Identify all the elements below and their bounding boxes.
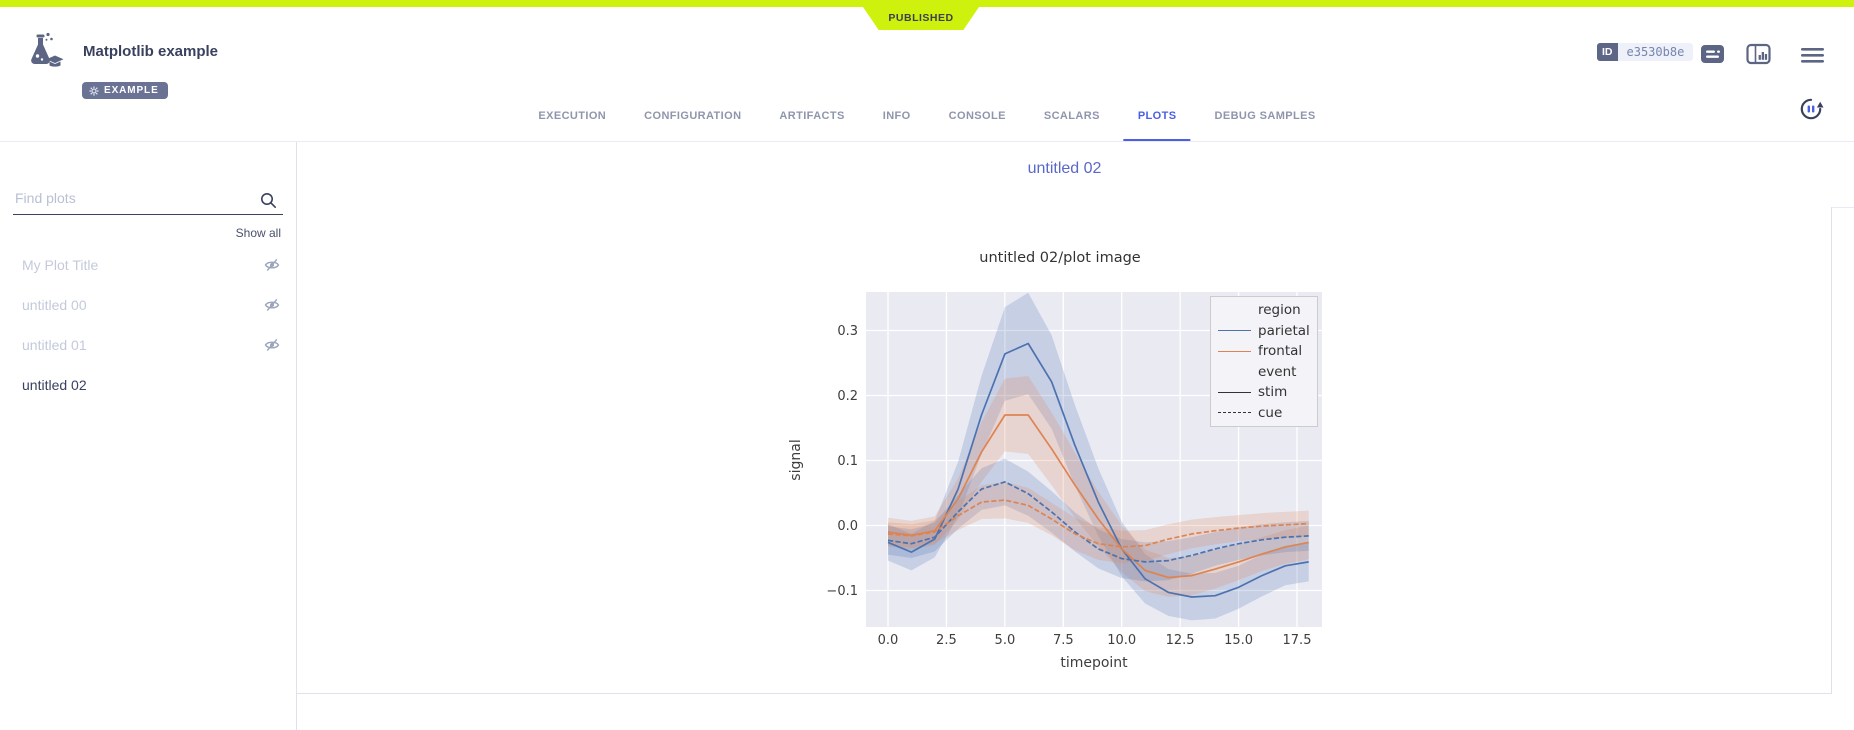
legend-row: parietal bbox=[1218, 321, 1317, 342]
svg-text:17.5: 17.5 bbox=[1283, 633, 1312, 648]
tab-scalars[interactable]: SCALARS bbox=[1030, 94, 1114, 141]
legend-line-swatch bbox=[1218, 351, 1251, 352]
comments-icon[interactable] bbox=[1700, 43, 1725, 70]
svg-text:15.0: 15.0 bbox=[1224, 633, 1253, 648]
tab-plots[interactable]: PLOTS bbox=[1124, 94, 1191, 141]
main-content: untitled 02 0.0 2.5 5.0 7.5 10.0 12.5 15.0 17.5… bbox=[297, 142, 1854, 730]
svg-text:0.0: 0.0 bbox=[837, 519, 858, 534]
page-title: Matplotlib example bbox=[83, 43, 218, 60]
matplotlib-figure: 0.0 2.5 5.0 7.5 10.0 12.5 15.0 17.5 0.3 0.2 0.1 0.0… bbox=[780, 240, 1340, 690]
legend-row: cue bbox=[1218, 403, 1317, 424]
chart-legend: region parietal frontal event stim cue bbox=[1210, 296, 1318, 427]
status-stripe bbox=[0, 0, 1854, 7]
tab-console[interactable]: CONSOLE bbox=[935, 94, 1020, 141]
task-id-badge[interactable]: ID e3530b8e bbox=[1597, 43, 1693, 61]
example-tag-label: EXAMPLE bbox=[104, 85, 159, 96]
plot-item-label: untitled 02 bbox=[22, 377, 87, 393]
svg-text:signal: signal bbox=[788, 439, 804, 480]
tab-artifacts[interactable]: ARTIFACTS bbox=[765, 94, 858, 141]
chart-title: untitled 02/plot image bbox=[780, 250, 1340, 266]
plot-item-label: My Plot Title bbox=[22, 257, 98, 273]
example-tag-badge: EXAMPLE bbox=[82, 82, 168, 99]
app-window: PUBLISHED Matplotlib example bbox=[0, 0, 1854, 730]
id-value: e3530b8e bbox=[1618, 43, 1694, 61]
legend-label: region bbox=[1258, 302, 1301, 318]
legend-row: region bbox=[1218, 300, 1317, 321]
eye-off-icon[interactable] bbox=[264, 258, 280, 272]
tab-debug-samples[interactable]: DEBUG SAMPLES bbox=[1200, 94, 1329, 141]
svg-text:2.5: 2.5 bbox=[936, 633, 957, 648]
svg-text:0.1: 0.1 bbox=[837, 454, 858, 469]
plot-list-item[interactable]: untitled 01 bbox=[0, 325, 296, 365]
svg-text:0.2: 0.2 bbox=[837, 389, 858, 404]
svg-text:timepoint: timepoint bbox=[1060, 655, 1128, 671]
id-label: ID bbox=[1597, 43, 1618, 61]
show-all-link[interactable]: Show all bbox=[236, 226, 281, 240]
tab-bar: EXECUTIONCONFIGURATIONARTIFACTSINFOCONSO… bbox=[524, 94, 1329, 141]
search-icon[interactable] bbox=[259, 191, 277, 214]
plot-section-title: untitled 02 bbox=[297, 160, 1832, 178]
tab-configuration[interactable]: CONFIGURATION bbox=[630, 94, 755, 141]
legend-label: stim bbox=[1258, 384, 1287, 400]
gear-icon bbox=[89, 86, 99, 96]
svg-text:7.5: 7.5 bbox=[1053, 633, 1074, 648]
tab-info[interactable]: INFO bbox=[869, 94, 925, 141]
plot-search bbox=[13, 185, 283, 215]
legend-line-swatch bbox=[1218, 412, 1251, 413]
split-panels-icon[interactable] bbox=[1746, 43, 1771, 70]
legend-line-swatch bbox=[1218, 330, 1251, 331]
svg-text:5.0: 5.0 bbox=[995, 633, 1016, 648]
svg-text:10.0: 10.0 bbox=[1107, 633, 1136, 648]
legend-row: stim bbox=[1218, 382, 1317, 403]
legend-label: cue bbox=[1258, 405, 1282, 421]
eye-off-icon[interactable] bbox=[264, 338, 280, 352]
legend-label: event bbox=[1258, 364, 1296, 380]
tab-execution[interactable]: EXECUTION bbox=[524, 94, 620, 141]
search-input[interactable] bbox=[13, 185, 253, 211]
status-badge: PUBLISHED bbox=[863, 7, 979, 30]
legend-line-swatch bbox=[1218, 392, 1251, 393]
refresh-pause-icon[interactable] bbox=[1797, 95, 1825, 128]
legend-label: parietal bbox=[1258, 323, 1310, 339]
plot-card: 0.0 2.5 5.0 7.5 10.0 12.5 15.0 17.5 0.3 0.2 0.1 0.0… bbox=[297, 207, 1832, 694]
plot-item-label: untitled 00 bbox=[22, 297, 87, 313]
legend-row: frontal bbox=[1218, 341, 1317, 362]
eye-off-icon[interactable] bbox=[264, 298, 280, 312]
legend-row: event bbox=[1218, 362, 1317, 383]
svg-text:12.5: 12.5 bbox=[1166, 633, 1195, 648]
plot-list-item[interactable]: My Plot Title bbox=[0, 245, 296, 285]
plot-list-item[interactable]: untitled 02 bbox=[0, 365, 296, 405]
svg-text:0.3: 0.3 bbox=[837, 324, 858, 339]
svg-text:0.0: 0.0 bbox=[878, 633, 899, 648]
menu-icon[interactable] bbox=[1800, 45, 1825, 70]
flask-graduation-icon bbox=[22, 31, 68, 78]
legend-label: frontal bbox=[1258, 343, 1302, 359]
svg-text:−0.1: −0.1 bbox=[826, 584, 858, 599]
plots-sidebar: Show all My Plot Title untitled 00 untitle… bbox=[0, 142, 297, 730]
plot-item-label: untitled 01 bbox=[22, 337, 87, 353]
plot-list-item[interactable]: untitled 00 bbox=[0, 285, 296, 325]
plot-list: My Plot Title untitled 00 untitled 01 untit… bbox=[0, 245, 296, 405]
